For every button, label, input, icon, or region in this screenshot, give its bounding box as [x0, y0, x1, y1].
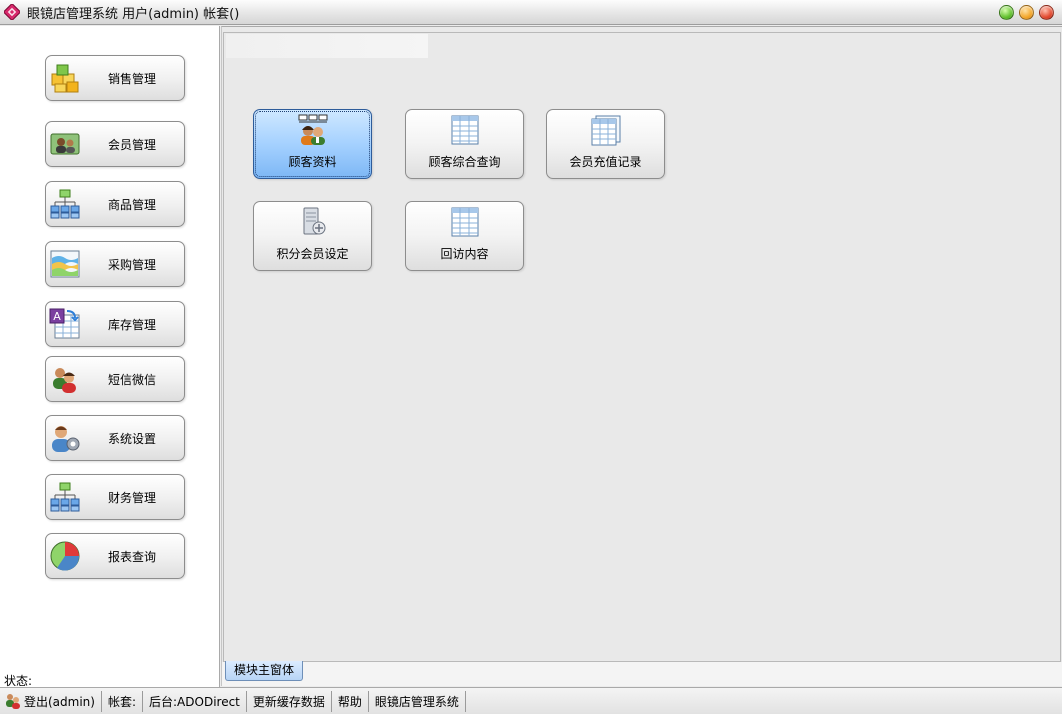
maximize-button[interactable] — [1019, 5, 1034, 20]
wave-chart-icon — [50, 250, 80, 278]
sidebar: 销售管理 会员管理 商品管理 采购管理 A 库存管理 短信微信 系统设置 财务管… — [0, 26, 220, 688]
sidebar-item-members[interactable]: 会员管理 — [45, 121, 185, 167]
user-settings-icon — [52, 426, 80, 452]
app-logo-icon — [3, 3, 21, 21]
pie-chart-icon — [50, 541, 80, 571]
users-icon — [6, 694, 20, 709]
refresh-cache-button[interactable]: 更新缓存数据 — [247, 690, 332, 712]
backend-panel: 后台:ADODirect — [143, 690, 247, 712]
sidebar-item-inventory[interactable]: A 库存管理 — [45, 301, 185, 347]
account-panel: 帐套: — [102, 690, 144, 712]
spreadsheet-icon: A — [49, 308, 80, 339]
module-return-visit-button[interactable]: 回访内容 — [405, 201, 524, 271]
status-bar: 登出(admin) 帐套: 后台:ADODirect 更新缓存数据 帮助 眼镜店… — [0, 687, 1062, 714]
app-name-panel: 眼镜店管理系统 — [369, 690, 466, 712]
account-label: 帐套: — [107, 694, 137, 709]
logout-label: 登出(admin) — [24, 694, 95, 709]
cubes-icon — [51, 64, 79, 93]
grid-table-icon — [451, 207, 478, 237]
sidebar-item-sales[interactable]: 销售管理 — [45, 55, 185, 101]
help-label: 帮助 — [337, 694, 362, 709]
module-label: 积分会员设定 — [276, 247, 349, 261]
sidebar-item-goods[interactable]: 商品管理 — [45, 181, 185, 227]
tab-strip: 模块主窗体 — [221, 661, 1062, 686]
window-title: 眼镜店管理系统 用户(admin) 帐套() — [27, 6, 240, 22]
module-panel: 顾客资料 顾客综合查询 会员充值记录 积分会员设定 回访内容 — [223, 32, 1061, 662]
server-settings-icon — [303, 207, 325, 235]
app-name-label: 眼镜店管理系统 — [374, 694, 459, 709]
module-work-area: 顾客资料 顾客综合查询 会员充值记录 积分会员设定 回访内容 — [221, 26, 1062, 662]
hierarchy-icon — [50, 482, 80, 512]
sidebar-item-purchase[interactable]: 采购管理 — [45, 241, 185, 287]
member-card-icon — [50, 133, 80, 155]
module-points-member-button[interactable]: 积分会员设定 — [253, 201, 372, 271]
module-customer-query-button[interactable]: 顾客综合查询 — [405, 109, 524, 179]
hierarchy-icon — [50, 189, 80, 219]
title-bar: 眼镜店管理系统 用户(admin) 帐套() — [0, 0, 1062, 25]
sidebar-item-sms-wechat[interactable]: 短信微信 — [45, 356, 185, 402]
module-recharge-record-button[interactable]: 会员充值记录 — [546, 109, 665, 179]
backend-label: 后台:ADODirect — [149, 694, 240, 709]
svg-text:A: A — [53, 310, 61, 323]
module-label: 顾客综合查询 — [428, 155, 501, 169]
module-customer-info-button[interactable]: 顾客资料 — [253, 109, 372, 179]
sidebar-item-system-settings[interactable]: 系统设置 — [45, 415, 185, 461]
sidebar-item-reports[interactable]: 报表查询 — [45, 533, 185, 579]
refresh-cache-label: 更新缓存数据 — [252, 694, 325, 709]
logout-panel[interactable]: 登出(admin) — [0, 690, 102, 712]
close-button[interactable] — [1039, 5, 1054, 20]
sidebar-item-finance[interactable]: 财务管理 — [45, 474, 185, 520]
help-button[interactable]: 帮助 — [332, 690, 369, 712]
customers-icon — [298, 114, 327, 145]
grid-table-icon — [451, 115, 478, 145]
module-label: 顾客资料 — [288, 155, 337, 169]
module-label: 回访内容 — [440, 247, 489, 261]
module-label: 会员充值记录 — [569, 155, 642, 169]
minimize-button[interactable] — [999, 5, 1014, 20]
record-table-icon — [591, 115, 620, 146]
tab-main-form[interactable]: 模块主窗体 — [225, 661, 303, 681]
panel-header-strip — [226, 34, 428, 58]
users-icon — [53, 368, 76, 393]
window-controls — [999, 5, 1054, 20]
